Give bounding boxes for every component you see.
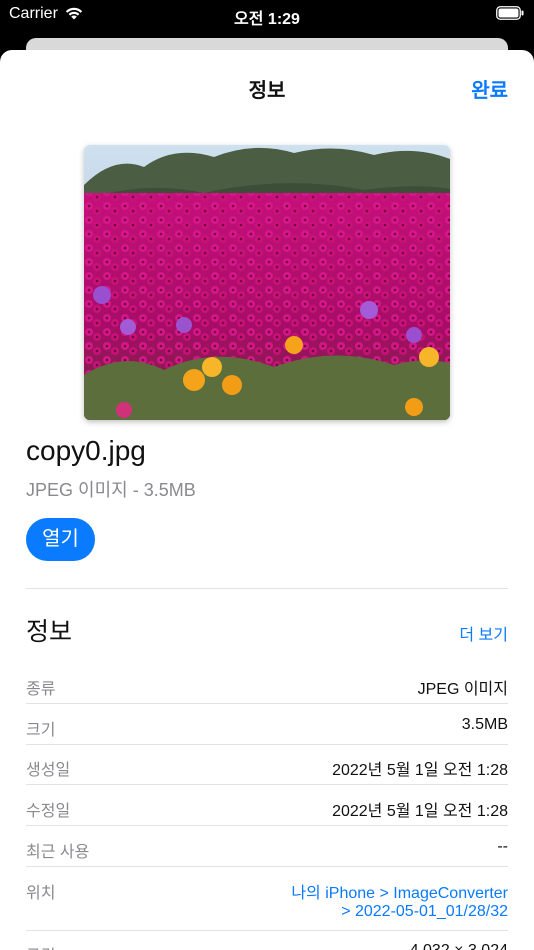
info-value: 3.5MB — [461, 716, 508, 733]
divider — [26, 703, 508, 704]
info-value: -- — [497, 838, 508, 855]
info-value: 4,032 × 3,024 — [410, 942, 508, 950]
nav-title: 정보 — [248, 80, 286, 102]
info-section-title: 정보 — [26, 618, 73, 646]
info-label: 종류 — [26, 681, 56, 698]
info-label: 크기 — [26, 722, 56, 739]
open-button[interactable]: 열기 — [26, 518, 95, 561]
divider — [26, 866, 508, 867]
file-name: copy0.jpg — [26, 435, 146, 466]
divider — [26, 930, 508, 931]
done-button[interactable]: 완료 — [471, 74, 508, 103]
divider — [26, 588, 508, 589]
divider — [26, 744, 508, 745]
battery-icon — [496, 6, 524, 20]
info-label: 규격 — [26, 942, 55, 950]
image-preview — [84, 145, 450, 420]
info-value: JPEG 이미지 — [417, 681, 508, 698]
info-label: 수정일 — [26, 803, 71, 820]
flower-photo — [84, 145, 450, 420]
status-bar: Carrier 오전 1:29 — [0, 0, 534, 30]
info-label: 최근 사용 — [26, 844, 90, 861]
info-label: 위치 — [26, 885, 56, 902]
divider — [26, 784, 508, 785]
location-path-line2[interactable]: > 2022-05-01_01/28/32 — [341, 903, 508, 921]
info-value: 2022년 5월 1일 오전 1:28 — [332, 803, 508, 820]
info-value: 2022년 5월 1일 오전 1:28 — [332, 762, 508, 779]
divider — [26, 825, 508, 826]
clock: 오전 1:29 — [234, 11, 300, 28]
location-path-line1[interactable]: 나의 iPhone > ImageConverter — [291, 879, 508, 903]
file-subtitle: JPEG 이미지 - 3.5MB — [26, 480, 196, 500]
info-sheet: 정보 완료 copy0.jpg JPEG 이미지 - 3.5MB 열기 정보 더… — [0, 50, 534, 950]
info-label: 생성일 — [26, 762, 71, 779]
show-more-link[interactable]: 더 보기 — [459, 621, 508, 645]
